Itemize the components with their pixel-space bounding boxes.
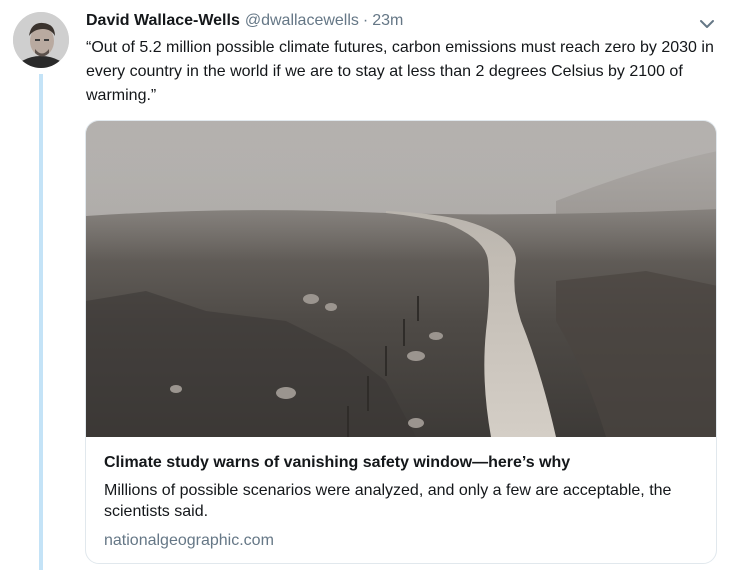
card-domain: nationalgeographic.com xyxy=(104,532,274,549)
separator-dot: · xyxy=(362,12,369,29)
tweet-text: “Out of 5.2 million possible climate fut… xyxy=(86,39,714,104)
thread-connector-line xyxy=(39,74,43,570)
author-handle[interactable]: @dwallacewells xyxy=(245,12,359,30)
card-description: Millions of possible scenarios were anal… xyxy=(104,482,672,520)
profile-photo xyxy=(13,12,69,68)
card-image xyxy=(86,121,716,437)
link-card[interactable]: Climate study warns of vanishing safety … xyxy=(85,120,717,564)
tweet-header: David Wallace-Wells @dwallacewells · 23m xyxy=(86,12,403,34)
card-body: Climate study warns of vanishing safety … xyxy=(104,453,704,551)
author-name[interactable]: David Wallace-Wells xyxy=(86,12,240,30)
avatar[interactable] xyxy=(13,12,69,68)
chevron-down-icon[interactable] xyxy=(697,14,717,34)
tweet-timestamp[interactable]: 23m xyxy=(372,12,403,30)
card-title: Climate study warns of vanishing safety … xyxy=(104,454,571,471)
